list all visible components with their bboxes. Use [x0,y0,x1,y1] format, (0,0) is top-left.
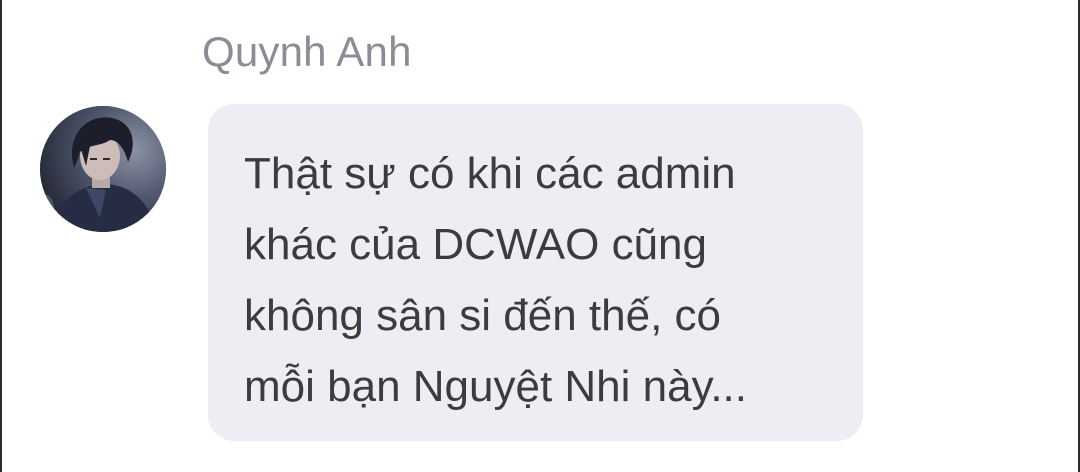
message-text: Thật sự có khi các admin khác của DCWAO … [244,149,747,411]
avatar-photo-icon [40,106,166,232]
avatar[interactable] [40,106,166,232]
sender-name: Quynh Anh [202,28,412,75]
message-bubble[interactable]: Thật sự có khi các admin khác của DCWAO … [208,104,863,441]
left-edge-border [0,0,2,472]
